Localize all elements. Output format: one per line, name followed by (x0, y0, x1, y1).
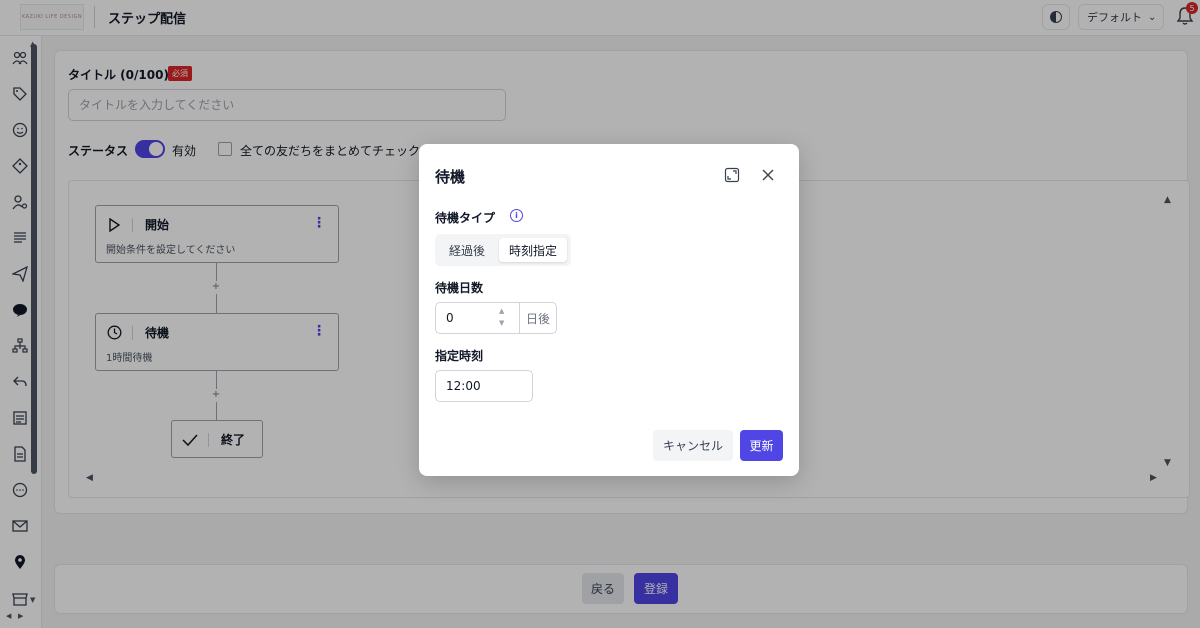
spinner-icon[interactable]: ▲ ▼ (499, 305, 504, 329)
modal-title: 待機 (435, 168, 466, 186)
wait-days-stepper: 0 ▲ ▼ 日後 (435, 302, 557, 334)
wait-days-value: 0 (446, 311, 454, 325)
time-value: 12:00 (446, 379, 481, 393)
wait-type-time-option[interactable]: 時刻指定 (499, 238, 567, 262)
wait-modal: 待機 待機タイプ i 経過後 時刻指定 待機日数 0 ▲ ▼ 日後 指定時刻 12… (419, 144, 799, 476)
wait-type-label: 待機タイプ (435, 211, 496, 225)
wait-days-label: 待機日数 (435, 281, 484, 295)
wait-type-elapsed-option[interactable]: 経過後 (439, 238, 495, 262)
time-label: 指定時刻 (435, 349, 484, 363)
update-button[interactable]: 更新 (740, 430, 783, 461)
wait-type-segmented: 経過後 時刻指定 (435, 234, 571, 266)
time-input[interactable]: 12:00 (435, 370, 533, 402)
expand-icon[interactable] (724, 167, 740, 183)
wait-days-input[interactable]: 0 (435, 302, 520, 334)
wait-days-suffix: 日後 (519, 302, 557, 334)
cancel-button[interactable]: キャンセル (653, 430, 733, 461)
close-icon[interactable] (760, 167, 776, 183)
info-icon[interactable]: i (510, 209, 523, 222)
